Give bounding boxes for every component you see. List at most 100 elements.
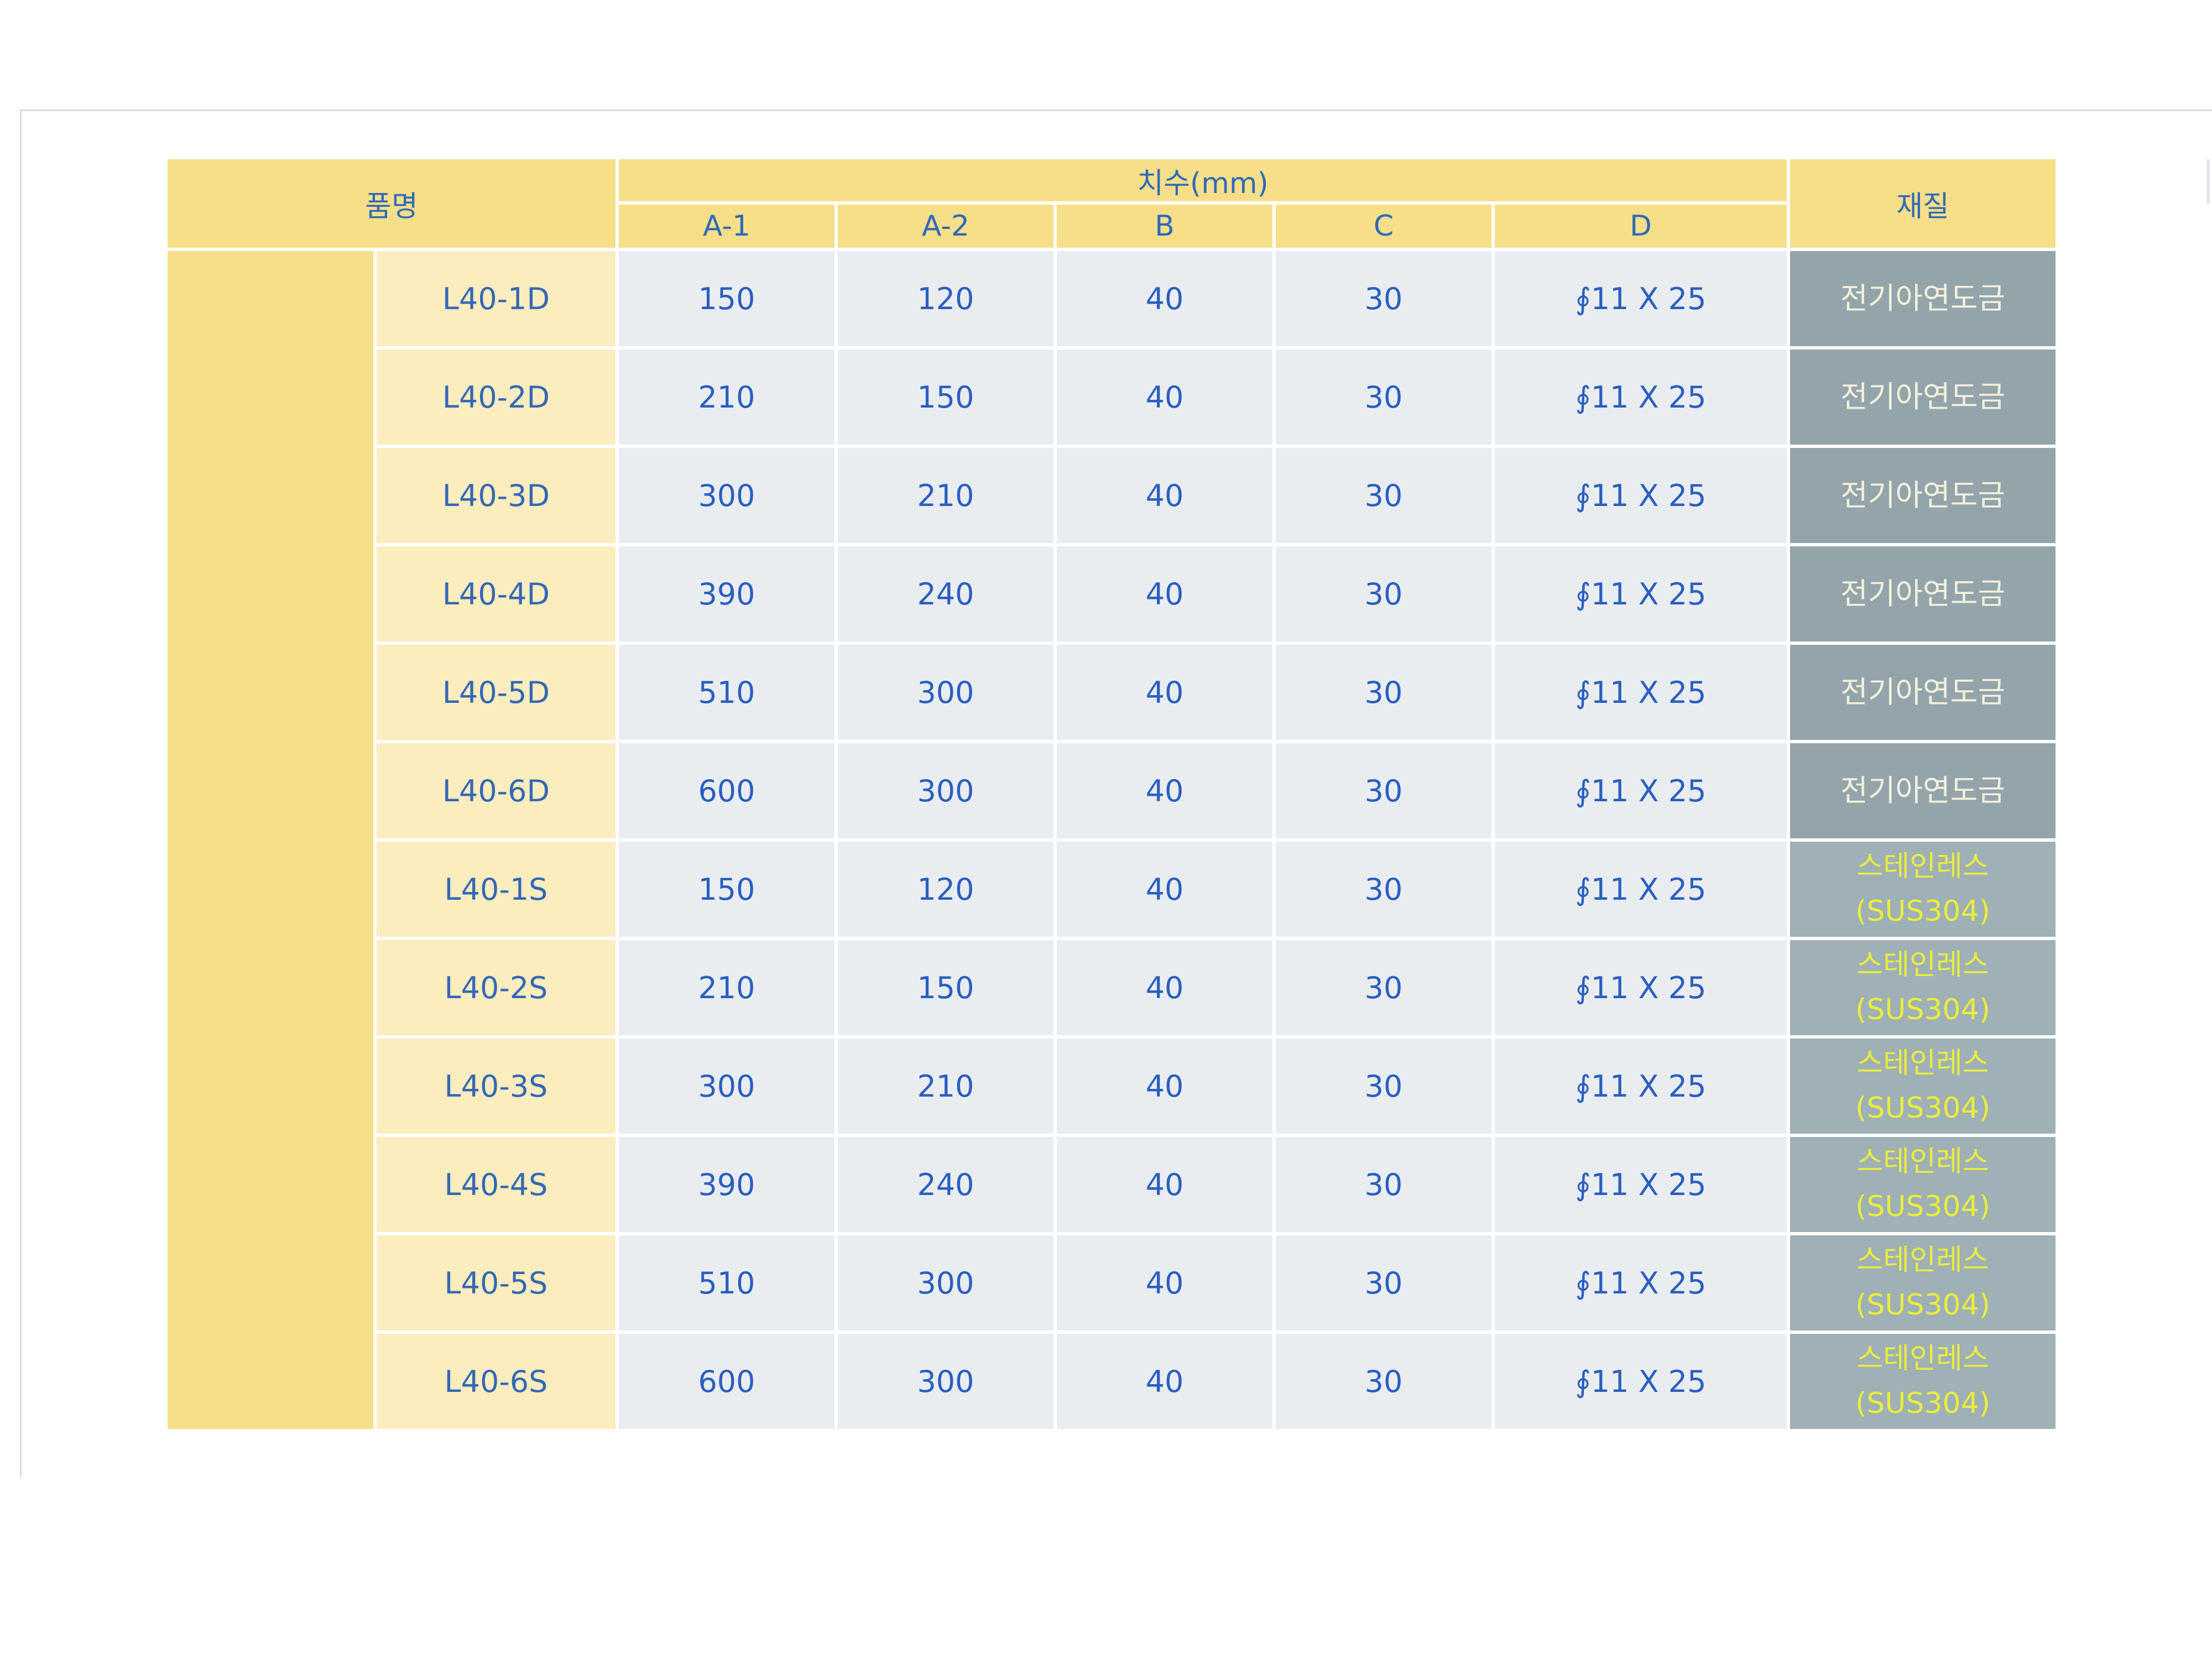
dim-a2-cell: 300 [838,645,1053,740]
dim-a1-cell: 210 [619,349,834,445]
dim-d-cell: ∮11 X 25 [1495,546,1787,641]
dim-c-cell: 30 [1276,1334,1491,1429]
header-name: 품명 [168,159,615,248]
dim-a1-cell: 150 [619,251,834,346]
header-col-d: D [1495,205,1787,248]
table-row: L40-4D 390 240 40 30 ∮11 X 25 전기아연도금 [168,546,2056,641]
product-name-cell: L40-1D [377,251,615,346]
material-note: (SUS304) [1855,1092,1991,1125]
dim-d-cell: ∮11 X 25 [1495,743,1787,838]
dim-b-cell: 40 [1057,1334,1272,1429]
material-label: 스테인레스 [1856,1145,1989,1179]
spec-table-header: 품명 치수(mm) 재질 A-1 A-2 B C D [168,159,2056,248]
dim-a2-cell: 120 [838,251,1053,346]
dim-a2-cell: 150 [838,940,1053,1035]
table-row: L40-3S 300 210 40 30 ∮11 X 25 스테인레스 (SUS304) [168,1039,2056,1134]
dim-c-cell: 30 [1276,546,1491,641]
table-row: L40-5D 510 300 40 30 ∮11 X 25 전기아연도금 [168,645,2056,740]
material-label: 스테인레스 [1856,948,1989,982]
dim-a1-cell: 300 [619,448,834,543]
dim-b-cell: 40 [1057,1235,1272,1331]
material-label: 스테인레스 [1856,1244,1989,1277]
table-row: L40-1D 150 120 40 30 ∮11 X 25 전기아연도금 [168,251,2056,1429]
product-name-cell: L40-3S [377,1039,615,1134]
dim-a2-cell: 240 [838,1137,1053,1232]
dim-a1-cell: 510 [619,1235,834,1331]
dim-d-cell: ∮11 X 25 [1495,1137,1787,1232]
dim-a1-cell: 150 [619,842,834,937]
dim-a2-cell: 150 [838,349,1053,445]
dim-a1-cell: 300 [619,1039,834,1134]
scrollbar-edge[interactable] [2206,159,2210,204]
dim-a1-cell: 390 [619,546,834,641]
material-cell: 스테인레스 (SUS304) [1790,940,2056,1035]
dim-d-cell: ∮11 X 25 [1495,645,1787,740]
dim-c-cell: 30 [1276,645,1491,740]
material-cell: 스테인레스 (SUS304) [1790,1235,2056,1331]
material-label: 스테인레스 [1856,1342,1989,1376]
header-material: 재질 [1790,159,2056,248]
dim-b-cell: 40 [1057,940,1272,1035]
dim-b-cell: 40 [1057,1039,1272,1134]
dim-a1-cell: 510 [619,645,834,740]
dim-c-cell: 30 [1276,842,1491,937]
dim-c-cell: 30 [1276,448,1491,543]
dim-b-cell: 40 [1057,1137,1272,1232]
dim-a1-cell: 210 [619,940,834,1035]
material-cell: 스테인레스 (SUS304) [1790,1137,2056,1232]
dim-d-cell: ∮11 X 25 [1495,349,1787,445]
dim-b-cell: 40 [1057,448,1272,543]
product-name-cell: L40-3D [377,448,615,543]
dim-a2-cell: 210 [838,448,1053,543]
dim-b-cell: 40 [1057,645,1272,740]
table-row: L40-4S 390 240 40 30 ∮11 X 25 스테인레스 (SUS304) [168,1137,2056,1232]
table-row: L40-6S 600 300 40 30 ∮11 X 25 스테인레스 (SUS304) [168,1334,2056,1429]
table-row: L40-2S 210 150 40 30 ∮11 X 25 스테인레스 (SUS304) [168,940,2056,1035]
header-col-b: B [1057,205,1272,248]
dim-c-cell: 30 [1276,349,1491,445]
dim-a2-cell: 120 [838,842,1053,937]
table-row: L40-3D 300 210 40 30 ∮11 X 25 전기아연도금 [168,448,2056,543]
material-label: 스테인레스 [1856,850,1989,884]
material-note: (SUS304) [1855,1387,1991,1420]
dim-d-cell: ∮11 X 25 [1495,842,1787,937]
dim-b-cell: 40 [1057,349,1272,445]
product-name-cell: L40-2S [377,940,615,1035]
material-cell: 스테인레스 (SUS304) [1790,1039,2056,1134]
dim-a1-cell: 390 [619,1137,834,1232]
header-col-a2: A-2 [838,205,1053,248]
dim-d-cell: ∮11 X 25 [1495,1235,1787,1331]
material-cell: 전기아연도금 [1790,645,2056,740]
dim-a2-cell: 300 [838,1235,1053,1331]
dim-a2-cell: 300 [838,743,1053,838]
product-name-cell: L40-5S [377,1235,615,1331]
material-cell: 스테인레스 (SUS304) [1790,842,2056,937]
table-row: L40-5S 510 300 40 30 ∮11 X 25 스테인레스 (SUS304) [168,1235,2056,1331]
header-col-c: C [1276,205,1491,248]
dim-c-cell: 30 [1276,1137,1491,1232]
dim-a1-cell: 600 [619,1334,834,1429]
material-cell: 전기아연도금 [1790,251,2056,346]
material-note: (SUS304) [1855,895,1991,928]
table-row: L40-2D 210 150 40 30 ∮11 X 25 전기아연도금 [168,349,2056,445]
material-note: (SUS304) [1855,1190,1991,1223]
product-name-cell: L40-2D [377,349,615,445]
dim-c-cell: 30 [1276,743,1491,838]
spec-table: 품명 치수(mm) 재질 A-1 A-2 B C D L40-1D 150 120 4… [164,156,2059,1432]
material-note: (SUS304) [1855,1288,1991,1322]
dim-c-cell: 30 [1276,251,1491,346]
dim-d-cell: ∮11 X 25 [1495,448,1787,543]
table-row: L40-6D 600 300 40 30 ∮11 X 25 전기아연도금 [168,743,2056,838]
dim-d-cell: ∮11 X 25 [1495,251,1787,346]
material-cell: 전기아연도금 [1790,448,2056,543]
product-name-cell: L40-6D [377,743,615,838]
product-name-cell: L40-4D [377,546,615,641]
product-group-cell [168,251,373,1429]
spec-table-body: L40-1D 150 120 40 30 ∮11 X 25 전기아연도금 L40-2D 210 1… [168,251,2056,1429]
dim-b-cell: 40 [1057,743,1272,838]
product-name-cell: L40-6S [377,1334,615,1429]
dim-c-cell: 30 [1276,940,1491,1035]
dim-d-cell: ∮11 X 25 [1495,1334,1787,1429]
material-note: (SUS304) [1855,993,1991,1026]
dim-c-cell: 30 [1276,1039,1491,1134]
